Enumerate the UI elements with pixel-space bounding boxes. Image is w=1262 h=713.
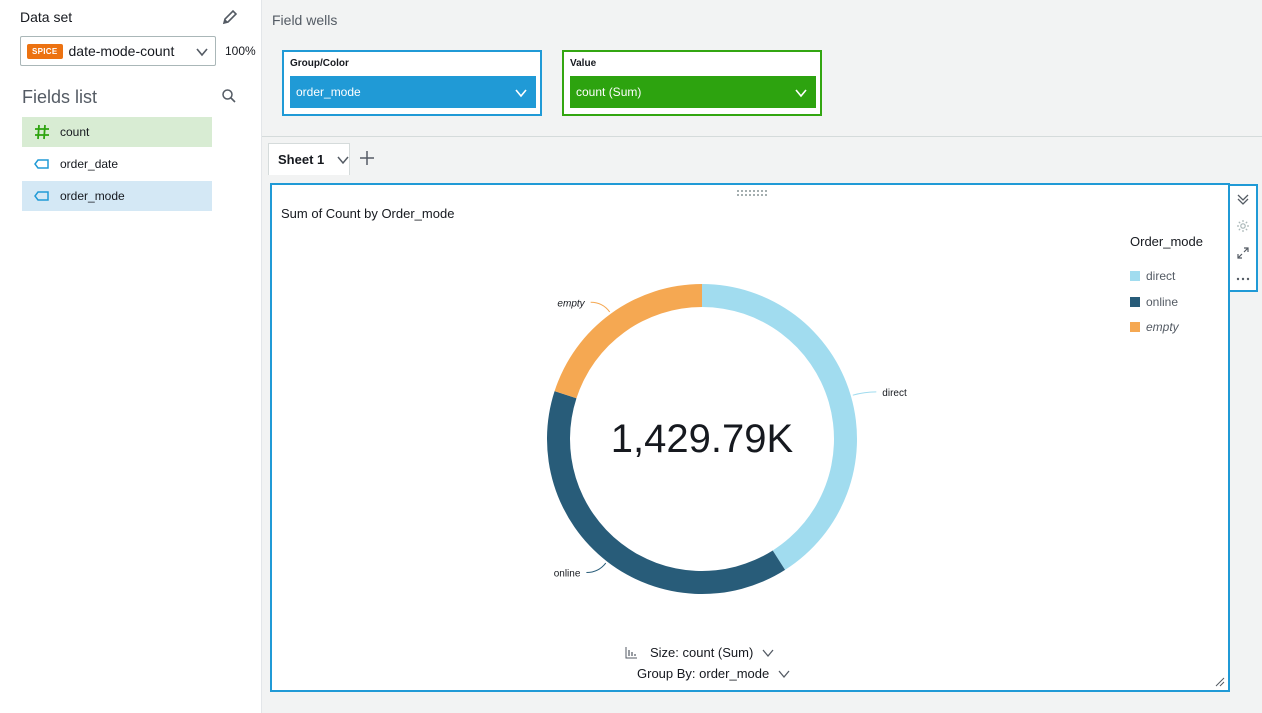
legend-swatch: [1130, 322, 1140, 332]
group-color-well[interactable]: Group/Color order_mode: [282, 50, 542, 116]
size-label: Size: count (Sum): [650, 645, 754, 660]
field-item-count[interactable]: count: [22, 117, 212, 147]
sheet-tab-label: Sheet 1: [278, 152, 325, 167]
collapse-icon[interactable]: [1236, 192, 1250, 206]
chevron-down-icon[interactable]: [336, 154, 350, 166]
well-label: Group/Color: [290, 58, 349, 69]
slice-label-empty: empty: [557, 298, 585, 309]
sort-icon: [625, 646, 637, 658]
resize-handle-icon[interactable]: [1215, 677, 1225, 687]
value-well[interactable]: Value count (Sum): [562, 50, 822, 116]
donut-center-total: 1,429.79K: [610, 417, 794, 461]
group-by-label: Group By: order_mode: [637, 666, 770, 681]
fields-list-title: Fields list: [22, 87, 98, 107]
value-field-pill[interactable]: count (Sum): [570, 76, 816, 108]
gear-icon[interactable]: [1236, 219, 1250, 233]
group-field-pill[interactable]: order_mode: [290, 76, 536, 108]
legend-label: direct: [1146, 269, 1176, 283]
dataset-select[interactable]: SPICE date-mode-count: [20, 36, 216, 66]
slice-label-online: online: [554, 569, 581, 580]
legend-swatch: [1130, 271, 1140, 281]
field-item-label: order_date: [60, 157, 119, 171]
well-label: Value: [570, 58, 597, 69]
dimension-tag-icon: [34, 156, 50, 172]
tab-sheet-1[interactable]: Sheet 1: [268, 143, 350, 175]
leader-line: [590, 301, 611, 313]
leader-line: [852, 391, 877, 396]
legend-item-empty[interactable]: empty: [1130, 320, 1179, 334]
chevron-down-icon: [515, 89, 527, 98]
size-field-selector[interactable]: Size: count (Sum): [624, 645, 775, 660]
search-icon[interactable]: [221, 88, 237, 104]
chevron-down-icon: [778, 670, 790, 678]
field-item-order-mode[interactable]: order_mode: [22, 181, 212, 211]
pill-label: count (Sum): [576, 85, 642, 99]
spice-badge: SPICE: [27, 43, 63, 59]
sheet-tabs-bar: Sheet 1: [262, 137, 1262, 177]
donut-visual[interactable]: Sum of Count by Order_mode direct online e…: [270, 183, 1230, 692]
add-sheet-icon[interactable]: [359, 150, 375, 166]
field-wells-title: Field wells: [272, 12, 338, 28]
dimension-tag-icon: [34, 188, 50, 204]
chevron-down-icon: [762, 649, 774, 657]
field-item-order-date[interactable]: order_date: [22, 149, 212, 179]
field-item-label: order_mode: [60, 189, 125, 203]
field-item-label: count: [60, 125, 90, 139]
dataset-percent: 100%: [225, 44, 256, 58]
legend-title: Order_mode: [1130, 234, 1203, 249]
expand-icon[interactable]: [1236, 246, 1250, 260]
pill-label: order_mode: [296, 85, 361, 99]
slice-label-direct: direct: [882, 388, 907, 399]
chevron-down-icon: [196, 48, 208, 57]
group-by-selector[interactable]: Group By: order_mode: [637, 666, 791, 681]
legend-swatch: [1130, 297, 1140, 307]
left-panel: Data set SPICE date-mode-count 100% Fiel…: [0, 0, 262, 713]
legend-label: empty: [1146, 320, 1179, 334]
hash-icon: [34, 124, 50, 140]
field-wells-area: Field wells Group/Color order_mode Value…: [262, 0, 1262, 137]
visual-toolbar: [1230, 184, 1258, 292]
chevron-down-icon: [795, 89, 807, 98]
dataset-label: Data set: [20, 9, 73, 25]
dataset-name: date-mode-count: [68, 43, 175, 59]
legend-item-direct[interactable]: direct: [1130, 269, 1175, 283]
more-options-icon[interactable]: [1236, 272, 1250, 286]
leader-line: [586, 562, 607, 574]
legend-label: online: [1146, 295, 1179, 309]
legend-item-online[interactable]: online: [1130, 295, 1178, 309]
pencil-icon[interactable]: [222, 9, 238, 25]
